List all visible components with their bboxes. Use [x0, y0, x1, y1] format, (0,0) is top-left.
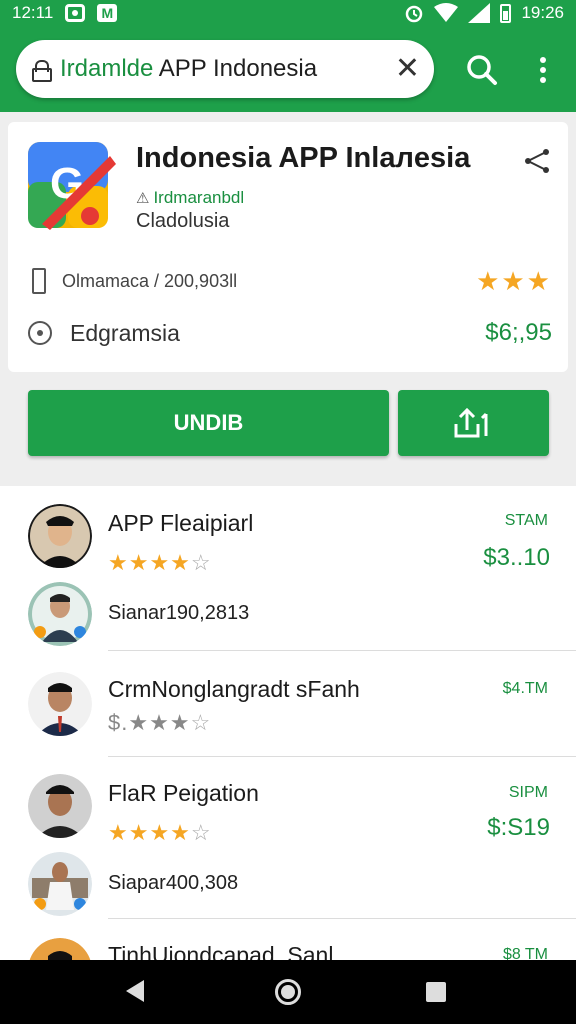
app-bar: Irdamlde APP Indonesia ✕: [0, 26, 576, 112]
status-time-left: 12:11: [12, 3, 54, 22]
meta-row: Olmamaca / 200,903ll ★★★: [32, 266, 552, 296]
search-query-accent: Irdamlde: [60, 55, 154, 82]
app-rating-stars: ★★★: [476, 265, 552, 296]
status-bar: 12:11 M 19:26: [0, 0, 576, 26]
item-rating: $.★★★☆: [108, 710, 211, 736]
camera-notification-icon: [65, 4, 86, 22]
wifi-icon: [434, 3, 459, 22]
signal-icon: [468, 3, 491, 23]
item-name: FlaR Peigation: [108, 780, 259, 806]
search-input[interactable]: Irdamlde APP Indonesia ✕: [16, 40, 434, 98]
upload-icon: [454, 407, 487, 438]
stars-empty: ☆: [190, 550, 212, 575]
item-rating: ★★★★☆: [108, 820, 212, 846]
avatar[interactable]: [28, 504, 92, 568]
app-title: Indonesia APP Inlaлesia: [136, 142, 471, 174]
item-price: $:S19: [487, 814, 550, 841]
share-upload-button[interactable]: [398, 390, 549, 456]
related-list: APP Fleaipiarl ★★★★☆ STAM $3..10 Sianar1…: [0, 486, 576, 960]
avatar[interactable]: [28, 852, 92, 916]
mail-notification-icon: M: [97, 4, 118, 22]
avatar[interactable]: [28, 672, 92, 736]
close-icon[interactable]: ✕: [395, 54, 420, 84]
status-left: 12:11 M: [12, 3, 118, 23]
clock-icon: [28, 321, 52, 345]
stars-empty: ☆: [190, 710, 212, 735]
item-rating: ★★★★☆: [108, 550, 212, 576]
item-price: $3..10: [483, 544, 550, 571]
item-name: TinhUiondcapad. Sanl: [108, 942, 334, 960]
item-name: CrmNonglangradt sFanh: [108, 676, 360, 702]
back-icon[interactable]: [126, 980, 144, 1002]
install-button[interactable]: UNDIB: [28, 390, 389, 456]
stars-filled: ★★★★: [108, 820, 191, 845]
search-query[interactable]: Irdamlde APP Indonesia: [60, 55, 395, 83]
recents-icon[interactable]: [426, 982, 446, 1002]
item-subtitle: Sianar190,2813: [108, 602, 250, 624]
phone-icon: [32, 268, 46, 294]
share-icon[interactable]: [522, 146, 552, 176]
download-count: Olmamaca / 200,903ll: [62, 270, 238, 291]
app-card: G Indonesia APP Inlaлesia Irdmaranbdl Cl…: [8, 122, 568, 372]
price-row: Edgramsia $6;,95: [28, 316, 552, 350]
battery-icon: [500, 3, 512, 23]
status-time-right: 19:26: [521, 3, 564, 22]
divider: [108, 918, 576, 919]
app-logo-icon[interactable]: G: [28, 142, 120, 234]
price-prefix: $.: [108, 710, 129, 735]
stars-empty: ☆: [190, 820, 212, 845]
search-icon[interactable]: [466, 54, 498, 86]
lock-icon: [32, 60, 52, 82]
item-badge: $8 TM: [502, 946, 548, 960]
item-badge: STAM: [504, 512, 548, 529]
avatar[interactable]: [28, 938, 92, 960]
navigation-bar: [0, 960, 576, 1024]
avatar[interactable]: [28, 582, 92, 646]
item-badge: SIPM: [508, 784, 548, 801]
home-icon[interactable]: [275, 979, 301, 1005]
app-price: $6;,95: [485, 319, 552, 346]
stars-filled: ★★★: [128, 710, 191, 735]
alarm-icon: [406, 5, 423, 23]
more-vert-icon[interactable]: [530, 54, 556, 86]
divider: [108, 756, 576, 757]
app-category: Cladolusia: [136, 210, 230, 232]
status-right: 19:26: [404, 3, 564, 23]
app-genre: Edgramsia: [70, 319, 180, 346]
avatar[interactable]: [28, 774, 92, 838]
item-subtitle: Siapar400,308: [108, 872, 239, 894]
divider: [108, 650, 576, 651]
developer-name[interactable]: Irdmaranbdl: [136, 188, 244, 208]
stars-filled: ★★★★: [108, 550, 191, 575]
item-name: APP Fleaipiarl: [108, 510, 254, 536]
search-query-rest: APP Indonesia: [153, 55, 318, 82]
item-badge: $4.TM: [502, 680, 548, 697]
